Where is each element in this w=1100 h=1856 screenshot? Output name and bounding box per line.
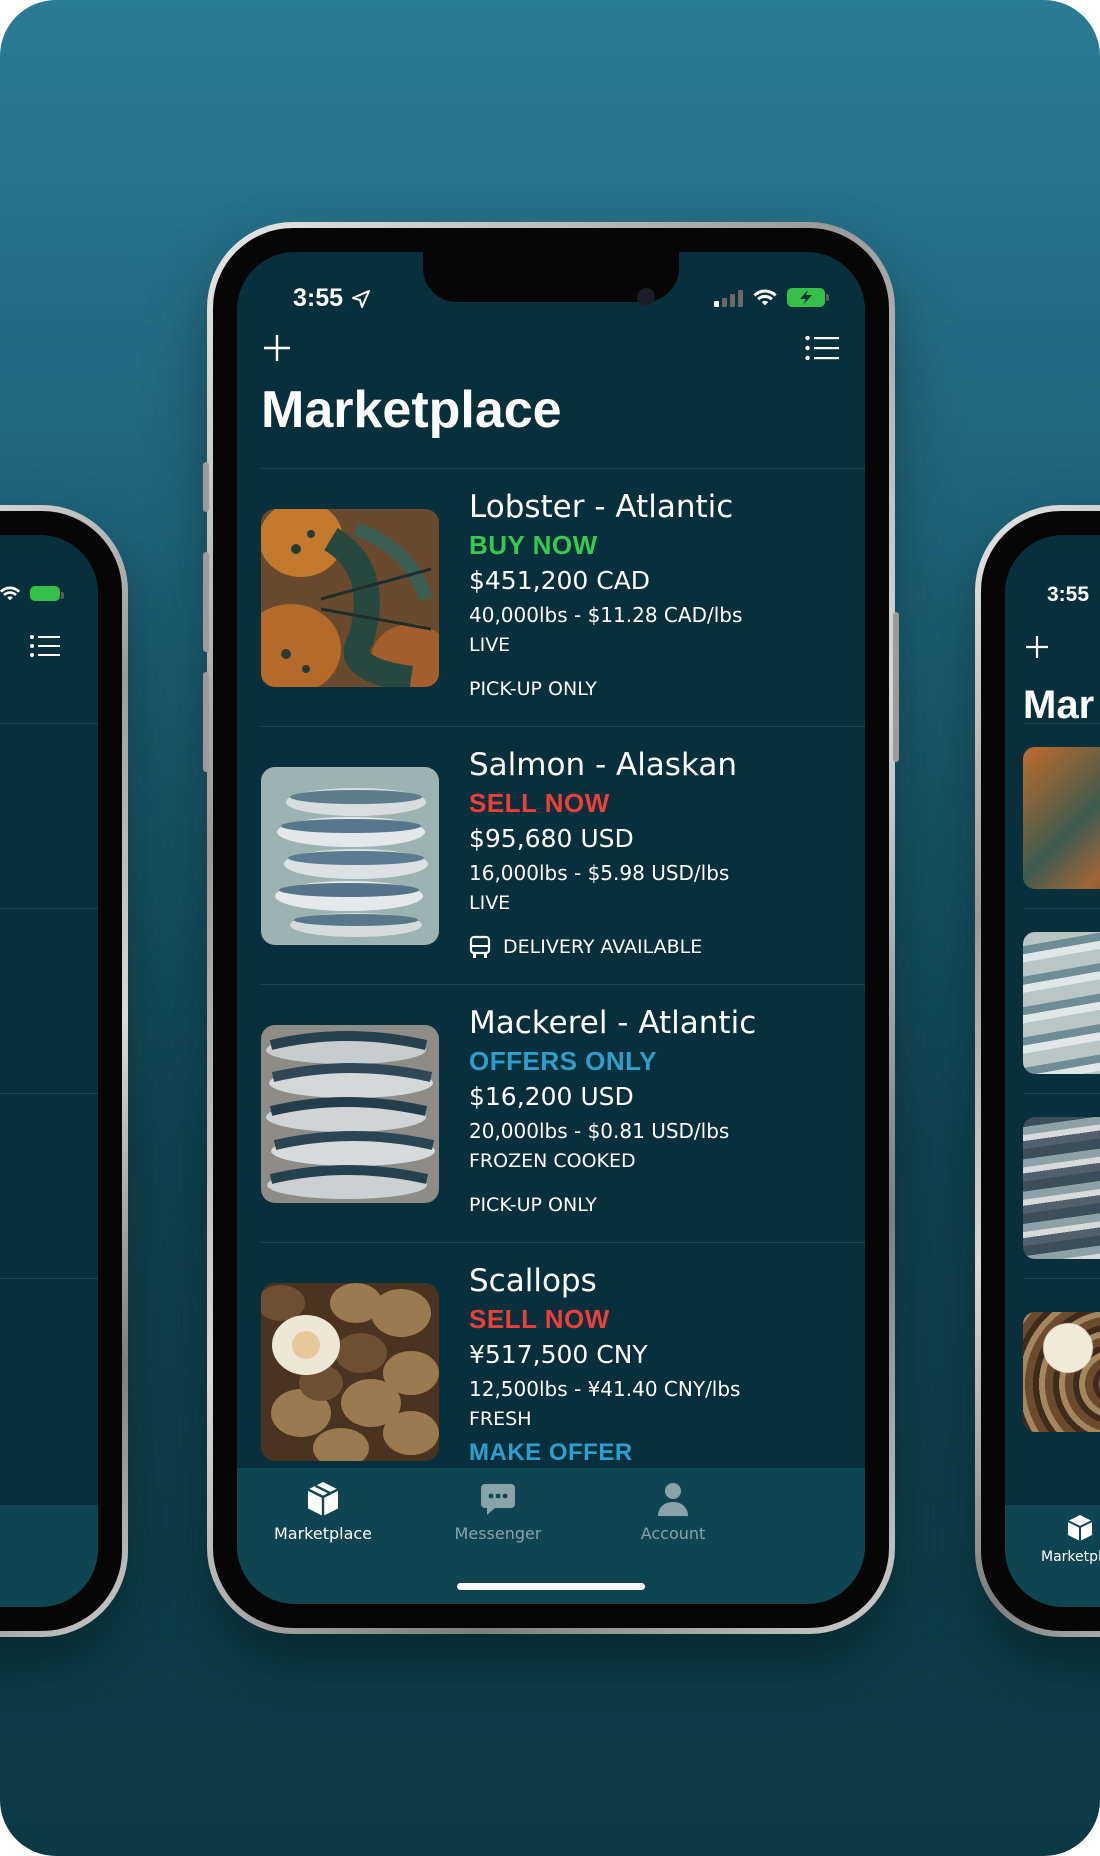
right-thumb-lobster [1023, 747, 1100, 889]
wifi-icon [753, 289, 777, 306]
listing-detail: 20,000lbs - $0.81 USD/lbs [469, 1119, 730, 1143]
lobster-thumbnail [261, 509, 439, 687]
listing-row-mackerel[interactable]: Mackerel - Atlantic OFFERS ONLY $16,200 … [261, 984, 865, 1242]
listing-tag-sell-now: SELL NOW [469, 788, 610, 818]
shipping-label: PICK-UP ONLY [469, 678, 597, 700]
left-phone-screen: lbs s c s bs ccount [0, 535, 98, 1607]
listing-name: Scallops [469, 1263, 597, 1299]
right-phone: 3:55 Mar Marketpl [975, 505, 1100, 1637]
right-tabbar: Marketpl [1005, 1505, 1100, 1607]
listing-detail: 12,500lbs - ¥41.40 CNY/lbs [469, 1377, 741, 1401]
battery-icon [30, 586, 64, 601]
tab-label: Messenger [454, 1524, 542, 1543]
listing-price: $16,200 USD [469, 1082, 634, 1111]
box-icon [1067, 1515, 1093, 1541]
shipping-label: PICK-UP ONLY [469, 1194, 597, 1216]
listing-name: Salmon - Alaskan [469, 747, 738, 783]
power-button [893, 612, 899, 762]
home-indicator [457, 1583, 645, 1590]
tab-marketplace[interactable]: Marketplace [237, 1480, 423, 1543]
list-icon[interactable] [30, 635, 60, 657]
mute-switch [203, 462, 209, 512]
listing-name: Mackerel - Atlantic [469, 1005, 757, 1041]
person-icon [658, 1483, 688, 1516]
right-phone-screen: 3:55 Mar Marketpl [1005, 535, 1100, 1607]
listing-row-lobster[interactable]: Lobster - Atlantic BUY NOW $451,200 CAD … [261, 468, 865, 726]
background: lbs s c s bs ccount 3:55 Mar [0, 0, 1100, 1856]
listing-price: $95,680 USD [469, 824, 634, 853]
volume-up-button [203, 552, 209, 652]
signal-icon [714, 289, 743, 307]
right-status-time: 3:55 [1047, 583, 1090, 606]
location-arrow-icon [352, 289, 371, 308]
listing-condition: LIVE [469, 892, 511, 914]
right-tab-label: Marketpl [1041, 1549, 1100, 1565]
front-camera [637, 288, 655, 306]
status-bar-time: 3:55 [293, 284, 371, 313]
listing-price: ¥517,500 CNY [469, 1340, 648, 1369]
plus-icon[interactable] [1025, 635, 1049, 659]
chat-bubble-icon [481, 1484, 515, 1515]
listing-shipping: DELIVERY AVAILABLE [469, 933, 855, 961]
right-page-title: Mar [1023, 683, 1095, 727]
listing-tag-offers-only: OFFERS ONLY [469, 1046, 658, 1076]
tab-label: Account [640, 1524, 706, 1543]
listing-condition: FRESH [469, 1408, 532, 1430]
listing-price: $451,200 CAD [469, 566, 651, 595]
left-status-icons [0, 585, 64, 602]
page-title: Marketplace [261, 381, 562, 439]
tab-label: Marketplace [273, 1524, 373, 1543]
right-thumb-mackerel [1023, 1117, 1100, 1259]
salmon-thumbnail [261, 767, 439, 945]
scallops-thumbnail [261, 1283, 439, 1461]
add-listing-plus-icon[interactable] [263, 334, 291, 362]
listing-shipping: PICK-UP ONLY [469, 1191, 855, 1219]
wifi-icon [0, 586, 21, 601]
mackerel-thumbnail [261, 1025, 439, 1203]
status-icons [714, 288, 829, 307]
listing-detail: 16,000lbs - $5.98 USD/lbs [469, 861, 730, 885]
listing-condition: FROZEN COOKED [469, 1150, 636, 1172]
listing-tag-sell-now: SELL NOW [469, 1304, 610, 1334]
status-time-text: 3:55 [293, 284, 344, 312]
tab-account[interactable]: Account [573, 1480, 773, 1543]
listing-tag-make-offer: MAKE OFFER [469, 1439, 633, 1466]
box-icon [307, 1482, 339, 1516]
main-phone: 3:55 Marketplace Lobster - Atlantic BUY … [203, 222, 899, 1634]
listing-tag-buy-now: BUY NOW [469, 530, 598, 560]
left-tabbar: ccount [0, 1505, 98, 1607]
battery-charging-icon [787, 288, 829, 307]
shipping-label: DELIVERY AVAILABLE [503, 936, 703, 958]
main-phone-screen: 3:55 Marketplace Lobster - Atlantic BUY … [237, 252, 865, 1604]
listing-condition: LIVE [469, 634, 511, 656]
truck-icon [469, 935, 491, 958]
listing-list[interactable]: Lobster - Atlantic BUY NOW $451,200 CAD … [261, 468, 865, 1466]
left-phone: lbs s c s bs ccount [0, 505, 128, 1637]
right-thumb-scallops [1023, 1312, 1100, 1432]
listing-shipping: PICK-UP ONLY [469, 675, 855, 703]
listing-row-salmon[interactable]: Salmon - Alaskan SELL NOW $95,680 USD 16… [261, 726, 865, 984]
right-thumb-salmon [1023, 932, 1100, 1074]
filter-list-icon[interactable] [805, 336, 839, 360]
volume-down-button [203, 672, 209, 772]
listing-row-scallops[interactable]: Scallops SELL NOW ¥517,500 CNY 12,500lbs… [261, 1242, 865, 1466]
listing-name: Lobster - Atlantic [469, 489, 734, 525]
notch [423, 252, 679, 306]
tab-messenger[interactable]: Messenger [398, 1480, 598, 1543]
listing-detail: 40,000lbs - $11.28 CAD/lbs [469, 603, 743, 627]
tab-bar: Marketplace Messenger Account [237, 1468, 865, 1604]
